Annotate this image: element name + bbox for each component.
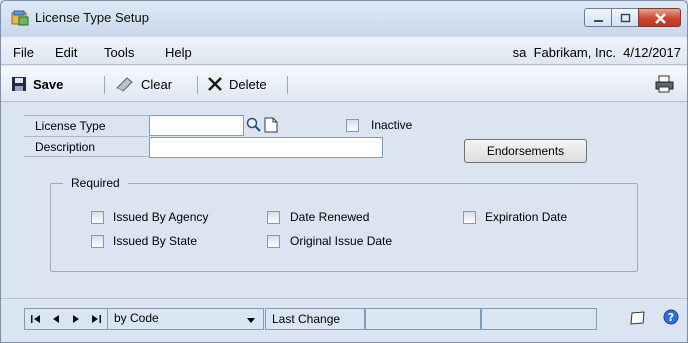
last-change-label: Last Change (265, 308, 365, 330)
required-group (50, 183, 638, 272)
clear-label: Clear (141, 76, 173, 92)
record-navigation: by Code (24, 308, 264, 330)
title-bar: License Type Setup (1, 1, 687, 37)
help-icon[interactable]: ? (663, 309, 679, 328)
next-record-icon[interactable] (72, 314, 80, 327)
toolbar-separator (287, 76, 288, 94)
nav-divider (107, 309, 108, 329)
new-document-icon[interactable] (264, 117, 278, 136)
issued-by-state-checkbox[interactable] (91, 235, 104, 248)
endorsements-button[interactable]: Endorsements (464, 139, 587, 163)
user-company-date: sa Fabrikam, Inc. 4/12/2017 (512, 45, 681, 60)
menu-edit[interactable]: Edit (55, 45, 77, 60)
issued-by-state-label: Issued By State (113, 234, 198, 248)
license-type-label: License Type (35, 119, 106, 133)
required-legend: Required (63, 176, 128, 190)
app-icon (11, 10, 29, 26)
maximize-icon (620, 13, 631, 23)
expiration-date-checkbox[interactable] (463, 211, 476, 224)
first-record-icon[interactable] (31, 314, 41, 327)
description-input[interactable] (149, 137, 383, 158)
close-button[interactable] (638, 8, 681, 27)
toolbar: Save Clear Delete (1, 66, 687, 102)
save-button[interactable]: Save (11, 73, 63, 95)
license-type-setup-window: License Type Setup File Edit Tools Help … (0, 0, 688, 343)
printer-icon (655, 75, 674, 93)
save-label: Save (33, 76, 64, 92)
sort-by-select[interactable]: by Code (114, 311, 159, 325)
print-button[interactable] (655, 73, 675, 95)
eraser-icon (116, 77, 133, 92)
original-issue-date-checkbox[interactable] (267, 235, 280, 248)
previous-record-icon[interactable] (52, 314, 60, 327)
original-issue-date-label: Original Issue Date (290, 234, 393, 248)
last-record-icon[interactable] (91, 314, 101, 327)
minimize-button[interactable] (584, 8, 611, 27)
date-renewed-label: Date Renewed (290, 210, 370, 224)
note-icon[interactable] (629, 310, 647, 329)
last-change-value-1 (365, 308, 481, 330)
inactive-checkbox[interactable] (346, 119, 359, 132)
svg-text:?: ? (668, 311, 674, 324)
toolbar-separator (104, 76, 105, 94)
save-icon (12, 77, 26, 91)
maximize-button[interactable] (611, 8, 638, 27)
menu-file[interactable]: File (13, 45, 34, 60)
license-type-input[interactable] (149, 115, 244, 136)
clear-button[interactable]: Clear (115, 73, 172, 95)
minimize-icon (594, 20, 603, 22)
expiration-date-label: Expiration Date (485, 210, 568, 224)
last-change-value-2 (481, 308, 597, 330)
issued-by-agency-checkbox[interactable] (91, 211, 104, 224)
dropdown-arrow-icon[interactable] (247, 318, 255, 323)
description-label: Description (35, 140, 96, 154)
issued-by-agency-label: Issued By Agency (113, 210, 209, 224)
delete-button[interactable]: Delete (207, 73, 267, 95)
menu-help[interactable]: Help (165, 45, 192, 60)
window-title: License Type Setup (35, 10, 149, 25)
lookup-icon[interactable] (246, 117, 262, 136)
close-icon (655, 13, 666, 24)
window-controls (584, 8, 681, 28)
date-renewed-checkbox[interactable] (267, 211, 280, 224)
toolbar-separator (197, 76, 198, 94)
bottom-bar: by Code Last Change ? (1, 298, 687, 342)
delete-label: Delete (229, 76, 267, 92)
menu-tools[interactable]: Tools (104, 45, 134, 60)
inactive-label: Inactive (371, 118, 413, 132)
delete-x-icon (208, 77, 222, 91)
menu-bar: File Edit Tools Help sa Fabrikam, Inc. 4… (1, 37, 687, 65)
